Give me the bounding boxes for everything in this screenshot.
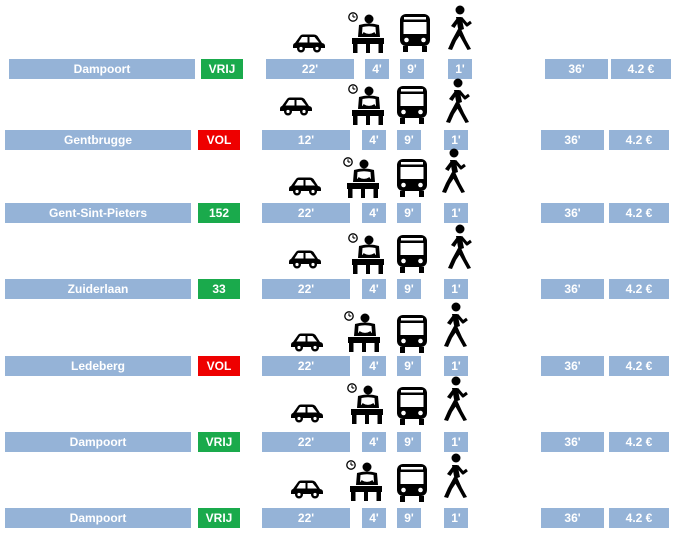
car-icon: [279, 96, 313, 116]
car-time: 22': [262, 279, 350, 299]
bus-time: 9': [397, 356, 421, 376]
location-name: Gentbrugge: [5, 130, 191, 150]
price: 4.2 €: [609, 203, 669, 223]
park-and-ride-row[interactable]: Ledeberg VOL 22' 4' 9' 1' 36' 4.2 €: [0, 302, 693, 381]
waiting-person-clock-icon: [347, 12, 389, 54]
availability-badge: 33: [198, 279, 240, 299]
car-icon: [290, 403, 324, 423]
location-name: Dampoort: [5, 432, 191, 452]
walk-time: 1': [444, 356, 468, 376]
waiting-person-clock-icon: [347, 233, 389, 275]
location-name: Gent-Sint-Pieters: [5, 203, 191, 223]
total-time: 36': [541, 432, 604, 452]
bus-icon: [395, 314, 429, 354]
wait-time: 4': [362, 432, 386, 452]
wait-time: 4': [362, 130, 386, 150]
park-and-ride-row[interactable]: Dampoort VRIJ 22' 4' 9' 1' 36' 4.2 €: [0, 453, 693, 533]
bus-icon: [395, 234, 429, 274]
waiting-person-clock-icon: [345, 460, 387, 502]
park-and-ride-row[interactable]: Gent-Sint-Pieters 152 22' 4' 9' 1' 36' 4…: [0, 148, 693, 229]
availability-badge: VOL: [198, 356, 240, 376]
waiting-person-clock-icon: [346, 383, 388, 425]
car-icon: [290, 332, 324, 352]
walking-person-icon: [440, 453, 470, 499]
car-time: 22': [262, 356, 350, 376]
waiting-person-clock-icon: [343, 311, 385, 353]
total-time: 36': [541, 203, 604, 223]
price: 4.2 €: [609, 356, 669, 376]
park-and-ride-row[interactable]: Gentbrugge VOL 12' 4' 9' 1' 36' 4.2 €: [0, 76, 693, 152]
walk-time: 1': [444, 279, 468, 299]
walking-person-icon: [442, 78, 472, 124]
bus-time: 9': [397, 203, 421, 223]
walking-person-icon: [440, 376, 470, 422]
bus-icon: [395, 158, 429, 198]
park-and-ride-row[interactable]: Dampoort VRIJ 22' 4' 9' 1' 36' 4.2 €: [0, 376, 693, 457]
walking-person-icon: [438, 148, 468, 194]
park-and-ride-row[interactable]: Dampoort VRIJ 22' 4' 9' 1' 36' 4.2 €: [0, 0, 693, 79]
location-name: Ledeberg: [5, 356, 191, 376]
bus-time: 9': [397, 508, 421, 528]
car-time: 22': [262, 508, 350, 528]
bus-time: 9': [397, 130, 421, 150]
availability-badge: 152: [198, 203, 240, 223]
car-icon: [288, 176, 322, 196]
waiting-person-clock-icon: [347, 84, 389, 126]
car-icon: [288, 249, 322, 269]
total-time: 36': [541, 356, 604, 376]
park-and-ride-row[interactable]: Zuiderlaan 33 22' 4' 9' 1' 36' 4.2 €: [0, 224, 693, 305]
wait-time: 4': [362, 279, 386, 299]
walking-person-icon: [444, 224, 474, 270]
car-icon: [292, 33, 326, 53]
walking-person-icon: [444, 5, 474, 51]
price: 4.2 €: [609, 508, 669, 528]
car-time: 12': [262, 130, 350, 150]
availability-badge: VOL: [198, 130, 240, 150]
car-icon: [290, 479, 324, 499]
total-time: 36': [541, 130, 604, 150]
availability-badge: VRIJ: [198, 508, 240, 528]
walk-time: 1': [444, 203, 468, 223]
total-time: 36': [541, 279, 604, 299]
location-name: Dampoort: [5, 508, 191, 528]
bus-icon: [395, 463, 429, 503]
walking-person-icon: [440, 302, 470, 348]
location-name: Zuiderlaan: [5, 279, 191, 299]
price: 4.2 €: [609, 130, 669, 150]
wait-time: 4': [362, 203, 386, 223]
walk-time: 1': [444, 508, 468, 528]
bus-icon: [395, 85, 429, 125]
car-time: 22': [262, 432, 350, 452]
walk-time: 1': [444, 432, 468, 452]
total-time: 36': [541, 508, 604, 528]
bus-icon: [395, 386, 429, 426]
walk-time: 1': [444, 130, 468, 150]
wait-time: 4': [362, 508, 386, 528]
availability-badge: VRIJ: [198, 432, 240, 452]
bus-icon: [398, 13, 432, 53]
wait-time: 4': [362, 356, 386, 376]
bus-time: 9': [397, 432, 421, 452]
car-time: 22': [262, 203, 350, 223]
price: 4.2 €: [609, 432, 669, 452]
waiting-person-clock-icon: [342, 157, 384, 199]
price: 4.2 €: [609, 279, 669, 299]
bus-time: 9': [397, 279, 421, 299]
